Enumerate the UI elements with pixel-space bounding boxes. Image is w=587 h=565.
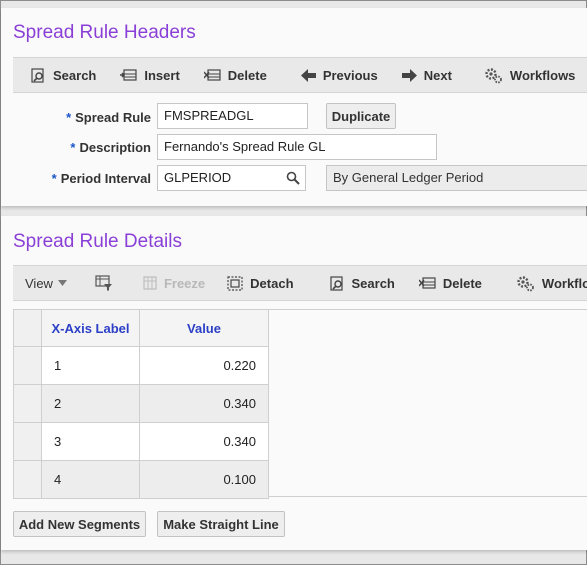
period-interval-description: By General Ledger Period	[326, 165, 587, 191]
value-cell[interactable]: 0.220	[139, 346, 269, 385]
insert-button[interactable]: Insert	[120, 58, 180, 92]
add-new-segments-button[interactable]: Add New Segments	[13, 511, 146, 537]
search-label: Search	[53, 67, 97, 83]
insert-icon	[120, 69, 137, 81]
value-cell[interactable]: 0.340	[139, 384, 269, 423]
filter-icon	[95, 275, 112, 291]
arrow-right-icon	[401, 68, 417, 82]
select-all-cell[interactable]	[13, 309, 42, 347]
previous-label: Previous	[322, 67, 378, 83]
headers-toolbar: Search Insert Delete Previous Next Workf…	[13, 57, 587, 93]
details-toolbar: View Freeze Detach Search Delete Workflo	[13, 265, 587, 301]
search-icon	[31, 67, 44, 83]
caret-down-icon	[57, 280, 67, 286]
delete-button[interactable]: Delete	[203, 58, 267, 92]
detach-icon	[227, 275, 243, 291]
details-delete-button[interactable]: Delete	[418, 266, 482, 300]
delete-icon	[418, 277, 436, 289]
view-menu[interactable]: View	[25, 266, 67, 300]
insert-label: Insert	[144, 67, 180, 83]
spread-rule-label: * Spread Rule	[66, 110, 151, 125]
make-straight-line-button[interactable]: Make Straight Line	[157, 511, 285, 537]
spread-rule-input[interactable]: FMSPREADGL	[157, 103, 308, 129]
segments-grid: X-Axis Label Value 1 0.220 2 0.340 3 0.3…	[13, 309, 269, 499]
column-header-x-axis-label[interactable]: X-Axis Label	[41, 309, 140, 347]
search-button[interactable]: Search	[31, 58, 96, 92]
details-search-label: Search	[351, 275, 395, 291]
x-axis-label-cell[interactable]: 2	[41, 384, 140, 423]
search-icon	[329, 275, 343, 291]
period-interval-label: * Period Interval	[51, 171, 151, 186]
value-cell[interactable]: 0.340	[139, 422, 269, 461]
required-mark: *	[51, 171, 57, 186]
details-title: Spread Rule Details	[13, 231, 182, 252]
description-label: * Description	[70, 140, 151, 155]
view-label: View	[25, 275, 53, 291]
column-header-value[interactable]: Value	[139, 309, 269, 347]
gears-icon	[485, 67, 502, 83]
row-selector[interactable]	[13, 384, 42, 423]
description-input[interactable]: Fernando's Spread Rule GL	[157, 134, 437, 160]
x-axis-label-cell[interactable]: 4	[41, 460, 140, 499]
x-axis-label-cell[interactable]: 1	[41, 346, 140, 385]
filter-button[interactable]	[95, 266, 113, 300]
workflows-button[interactable]: Workflows	[484, 58, 576, 92]
details-workflows-label: Workflows	[541, 275, 587, 291]
delete-label: Delete	[227, 67, 267, 83]
required-mark: *	[66, 110, 72, 125]
delete-icon	[203, 69, 221, 81]
details-search-button[interactable]: Search	[329, 266, 395, 300]
spread-rule-details-panel: Spread Rule Details View Freeze Detach S…	[1, 216, 587, 550]
details-delete-label: Delete	[442, 275, 482, 291]
next-label: Next	[423, 67, 452, 83]
gears-icon	[517, 275, 534, 291]
freeze-icon	[143, 276, 157, 290]
previous-button[interactable]: Previous	[300, 58, 378, 92]
lookup-search-icon[interactable]	[286, 171, 300, 185]
required-mark: *	[70, 140, 76, 155]
detach-label: Detach	[250, 275, 294, 291]
spread-rule-headers-panel: Spread Rule Headers Search Insert Delete…	[1, 8, 587, 206]
freeze-button[interactable]: Freeze	[143, 266, 205, 300]
detach-button[interactable]: Detach	[227, 266, 294, 300]
table-row[interactable]: 2 0.340	[13, 384, 269, 423]
details-workflows-button[interactable]: Workflows	[516, 266, 587, 300]
table-row[interactable]: 3 0.340	[13, 422, 269, 461]
period-interval-input[interactable]: GLPERIOD	[157, 165, 306, 191]
next-button[interactable]: Next	[401, 58, 452, 92]
grid-empty-area	[269, 309, 587, 497]
value-cell[interactable]: 0.100	[139, 460, 269, 499]
duplicate-button[interactable]: Duplicate	[326, 103, 396, 129]
table-row[interactable]: 4 0.100	[13, 460, 269, 499]
workflows-label: Workflows	[509, 67, 576, 83]
row-selector[interactable]	[13, 460, 42, 499]
freeze-label: Freeze	[163, 275, 206, 291]
table-row[interactable]: 1 0.220	[13, 346, 269, 385]
row-selector[interactable]	[13, 346, 42, 385]
row-selector[interactable]	[13, 422, 42, 461]
headers-title: Spread Rule Headers	[13, 22, 196, 43]
arrow-left-icon	[300, 68, 316, 82]
x-axis-label-cell[interactable]: 3	[41, 422, 140, 461]
